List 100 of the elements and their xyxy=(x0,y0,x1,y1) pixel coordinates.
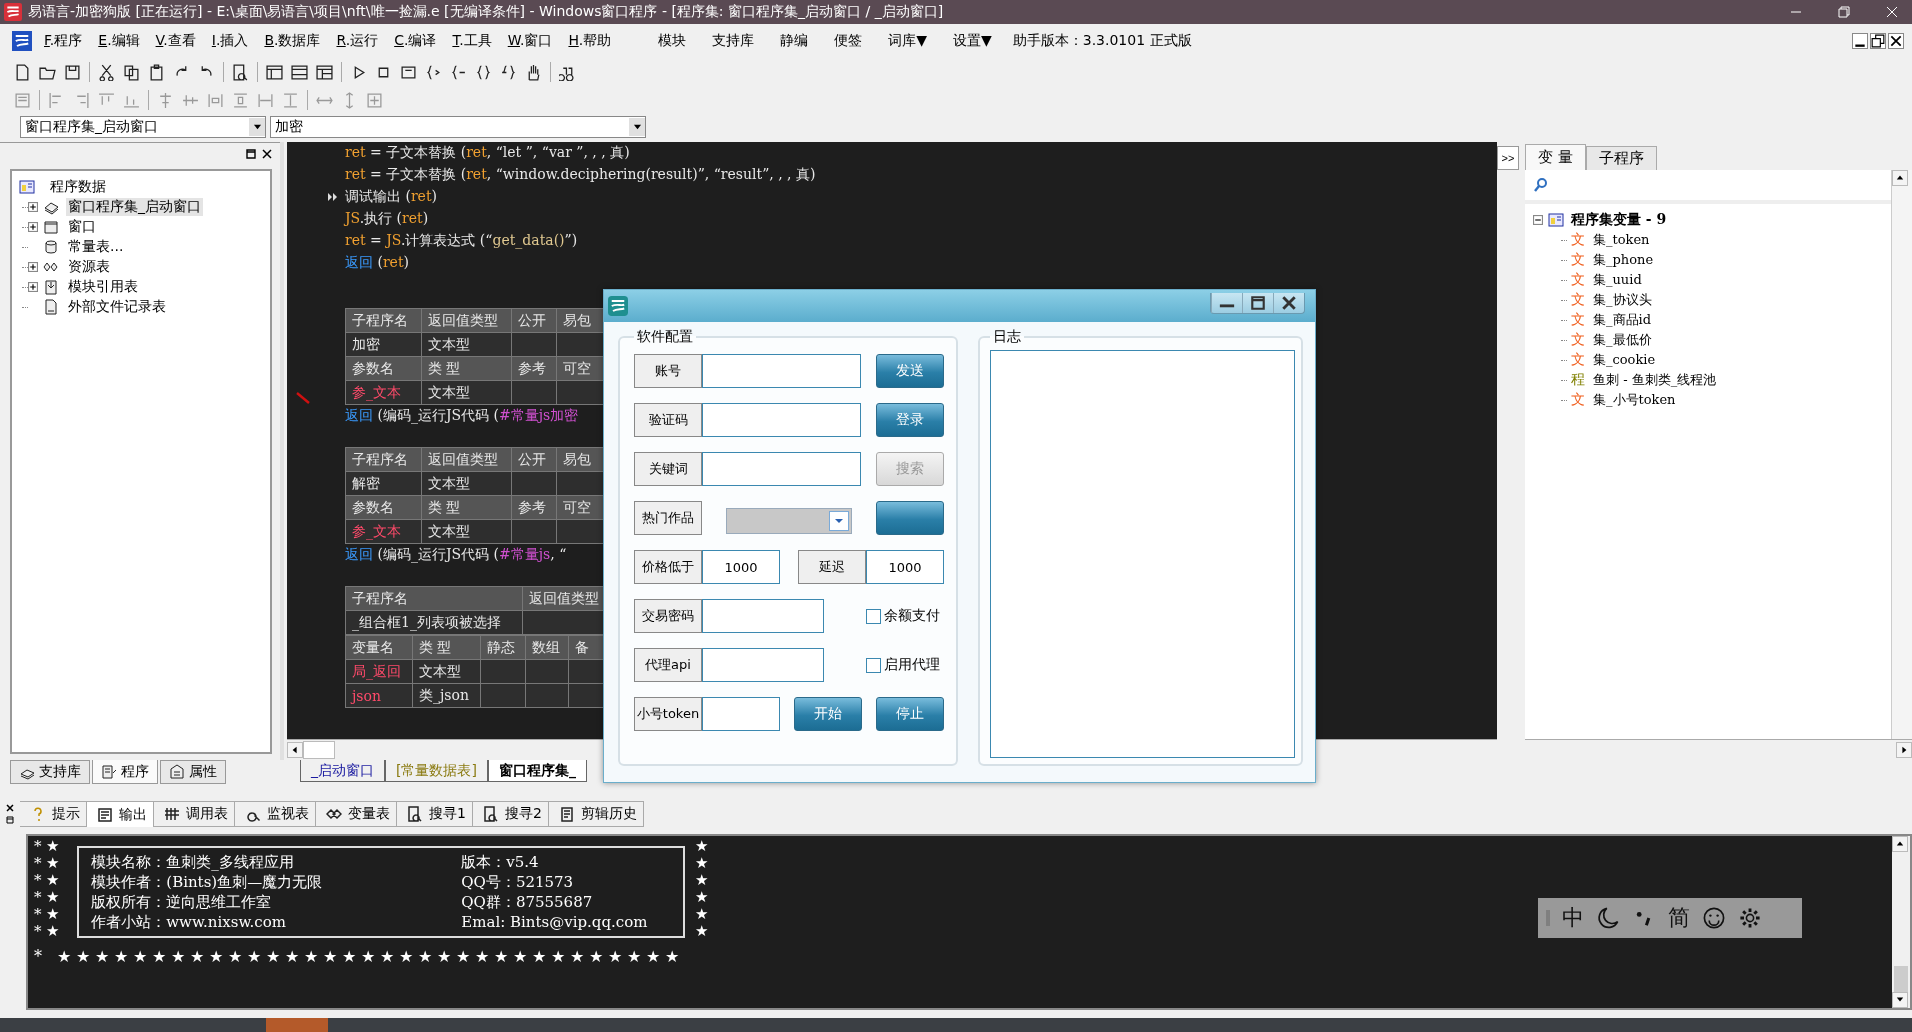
checkbox[interactable] xyxy=(866,608,881,624)
vertical-scrollbar[interactable] xyxy=(1892,836,1910,1008)
panel-tab[interactable]: 子程序 xyxy=(1585,146,1657,170)
cut-icon[interactable] xyxy=(98,63,115,81)
output-tab[interactable]: 搜寻2 xyxy=(472,801,549,827)
find-icon[interactable] xyxy=(232,63,249,81)
tree-item[interactable]: 程序集变量 - 9 xyxy=(1571,211,1667,229)
menu-item[interactable]: 便签 xyxy=(821,32,876,50)
expand-icon[interactable] xyxy=(28,282,38,292)
action-button[interactable]: 发送 xyxy=(876,354,944,388)
window-layout-icon[interactable] xyxy=(316,63,333,81)
checkbox[interactable] xyxy=(866,657,881,673)
input-field[interactable]: 1000 xyxy=(702,550,780,584)
menu-item[interactable]: 静编 xyxy=(767,32,822,50)
window-layout-icon[interactable] xyxy=(291,63,308,81)
tree-item[interactable]: 集_最低价 xyxy=(1593,331,1652,349)
assembly-dropdown[interactable]: 窗口程序集_启动窗口 xyxy=(20,116,266,138)
tree-item[interactable]: 集_uuid xyxy=(1593,271,1642,289)
menu-item[interactable]: C.编译 xyxy=(386,32,445,50)
tree-item[interactable]: 集_phone xyxy=(1593,251,1654,269)
input-field[interactable] xyxy=(702,648,824,682)
input-mode-toggle[interactable]: 中 xyxy=(1562,903,1584,933)
panel-tab[interactable]: 程序 xyxy=(92,760,158,784)
scrollbar-thumb[interactable] xyxy=(303,741,335,759)
close-icon[interactable] xyxy=(1888,33,1904,49)
settings-icon[interactable] xyxy=(1738,906,1762,930)
scroll-up-button[interactable] xyxy=(1892,836,1908,852)
window-layout-icon[interactable] xyxy=(266,63,283,81)
brace-icon[interactable] xyxy=(425,63,442,81)
input-field[interactable] xyxy=(702,599,824,633)
output-tab[interactable]: 调用表 xyxy=(154,801,235,827)
scroll-down-button[interactable] xyxy=(1892,992,1908,1008)
input-field[interactable] xyxy=(702,354,861,388)
tree-item[interactable]: 集_协议头 xyxy=(1593,291,1652,309)
input-field[interactable] xyxy=(702,697,780,731)
tree-item[interactable]: 鱼刺 - 鱼刺类_线程池 xyxy=(1593,371,1717,389)
restore-icon[interactable] xyxy=(5,815,15,825)
editor-tab[interactable]: _启动窗口 xyxy=(300,760,385,782)
editor-tab[interactable]: 窗口程序集_ xyxy=(487,760,587,782)
input-field[interactable] xyxy=(702,403,861,437)
tree-item[interactable]: 窗口程序集_启动窗口 xyxy=(66,198,203,216)
menu-item[interactable]: 模块 xyxy=(645,32,700,50)
menu-item[interactable]: H.帮助 xyxy=(560,32,620,50)
tree-item[interactable]: 模块引用表 xyxy=(66,278,140,296)
tree-item[interactable]: 窗口 xyxy=(66,218,98,236)
tree-item[interactable]: 外部文件记录表 xyxy=(66,298,168,316)
menu-item[interactable]: 设置▼ xyxy=(939,32,1005,50)
menu-item[interactable]: F.程序 xyxy=(36,32,91,50)
menu-item[interactable]: B.数据库 xyxy=(256,32,329,50)
menu-item[interactable]: 词库▼ xyxy=(875,32,940,50)
paste-icon[interactable] xyxy=(148,63,165,81)
subroutine-dropdown[interactable]: 加密 xyxy=(270,116,646,138)
brace-icon[interactable] xyxy=(475,63,492,81)
close-icon[interactable] xyxy=(262,149,272,159)
collapse-icon[interactable] xyxy=(1533,215,1543,225)
smiley-icon[interactable] xyxy=(1702,906,1726,930)
minimize-icon[interactable] xyxy=(1852,33,1868,49)
panel-tab[interactable]: 属性 xyxy=(160,760,226,784)
output-tab[interactable]: 剪辑历史 xyxy=(548,801,644,827)
menu-item[interactable]: W.窗口 xyxy=(499,32,561,50)
restore-icon[interactable] xyxy=(246,149,256,159)
tree-item[interactable]: 集_token xyxy=(1593,231,1650,249)
menu-item[interactable]: E.编辑 xyxy=(90,32,148,50)
panel-tab[interactable]: 变 量 xyxy=(1525,144,1586,170)
new-file-icon[interactable] xyxy=(14,63,31,81)
menu-item[interactable]: 支持库 xyxy=(699,32,768,50)
output-tab[interactable]: 监视表 xyxy=(235,801,316,827)
tree-item[interactable]: 程序数据 xyxy=(48,178,108,196)
blank-button[interactable] xyxy=(876,501,944,535)
action-button[interactable]: 停止 xyxy=(876,697,944,731)
scrollbar-thumb[interactable] xyxy=(1894,966,1908,992)
tree-item[interactable]: 集_cookie xyxy=(1593,351,1656,369)
expand-panel-button[interactable]: >> xyxy=(1497,146,1519,170)
output-tab[interactable]: 搜寻1 xyxy=(397,801,473,827)
moon-icon[interactable] xyxy=(1596,906,1620,930)
panel-tab[interactable]: 支持库 xyxy=(10,760,90,784)
brace-icon[interactable] xyxy=(500,63,517,81)
close-icon[interactable] xyxy=(5,803,15,813)
action-button[interactable]: 开始 xyxy=(794,697,862,731)
output-tab[interactable]: 输出 xyxy=(87,801,154,827)
menu-item[interactable]: R.运行 xyxy=(328,32,387,50)
expand-icon[interactable] xyxy=(28,202,38,212)
scroll-up-button[interactable] xyxy=(1892,170,1908,186)
expand-icon[interactable] xyxy=(28,222,38,232)
copy-icon[interactable] xyxy=(123,63,140,81)
expand-icon[interactable] xyxy=(28,262,38,272)
editor-tab[interactable]: [常量数据表] xyxy=(385,760,488,782)
input-field[interactable] xyxy=(702,452,861,486)
menu-item[interactable]: I.插入 xyxy=(203,32,257,50)
tree-item[interactable]: 集_商品id xyxy=(1593,311,1651,329)
brace-icon[interactable] xyxy=(450,63,467,81)
vertical-scrollbar[interactable] xyxy=(1891,170,1912,739)
restore-icon[interactable] xyxy=(1870,33,1886,49)
tree-item[interactable]: 常量表... xyxy=(66,238,126,256)
action-button[interactable]: 登录 xyxy=(876,403,944,437)
scroll-right-button[interactable] xyxy=(1896,742,1912,758)
menu-item[interactable]: T.工具 xyxy=(444,32,500,50)
output-tab[interactable]: 变量表 xyxy=(316,801,397,827)
menu-item[interactable]: V.查看 xyxy=(147,32,204,50)
save-icon[interactable] xyxy=(64,63,81,81)
